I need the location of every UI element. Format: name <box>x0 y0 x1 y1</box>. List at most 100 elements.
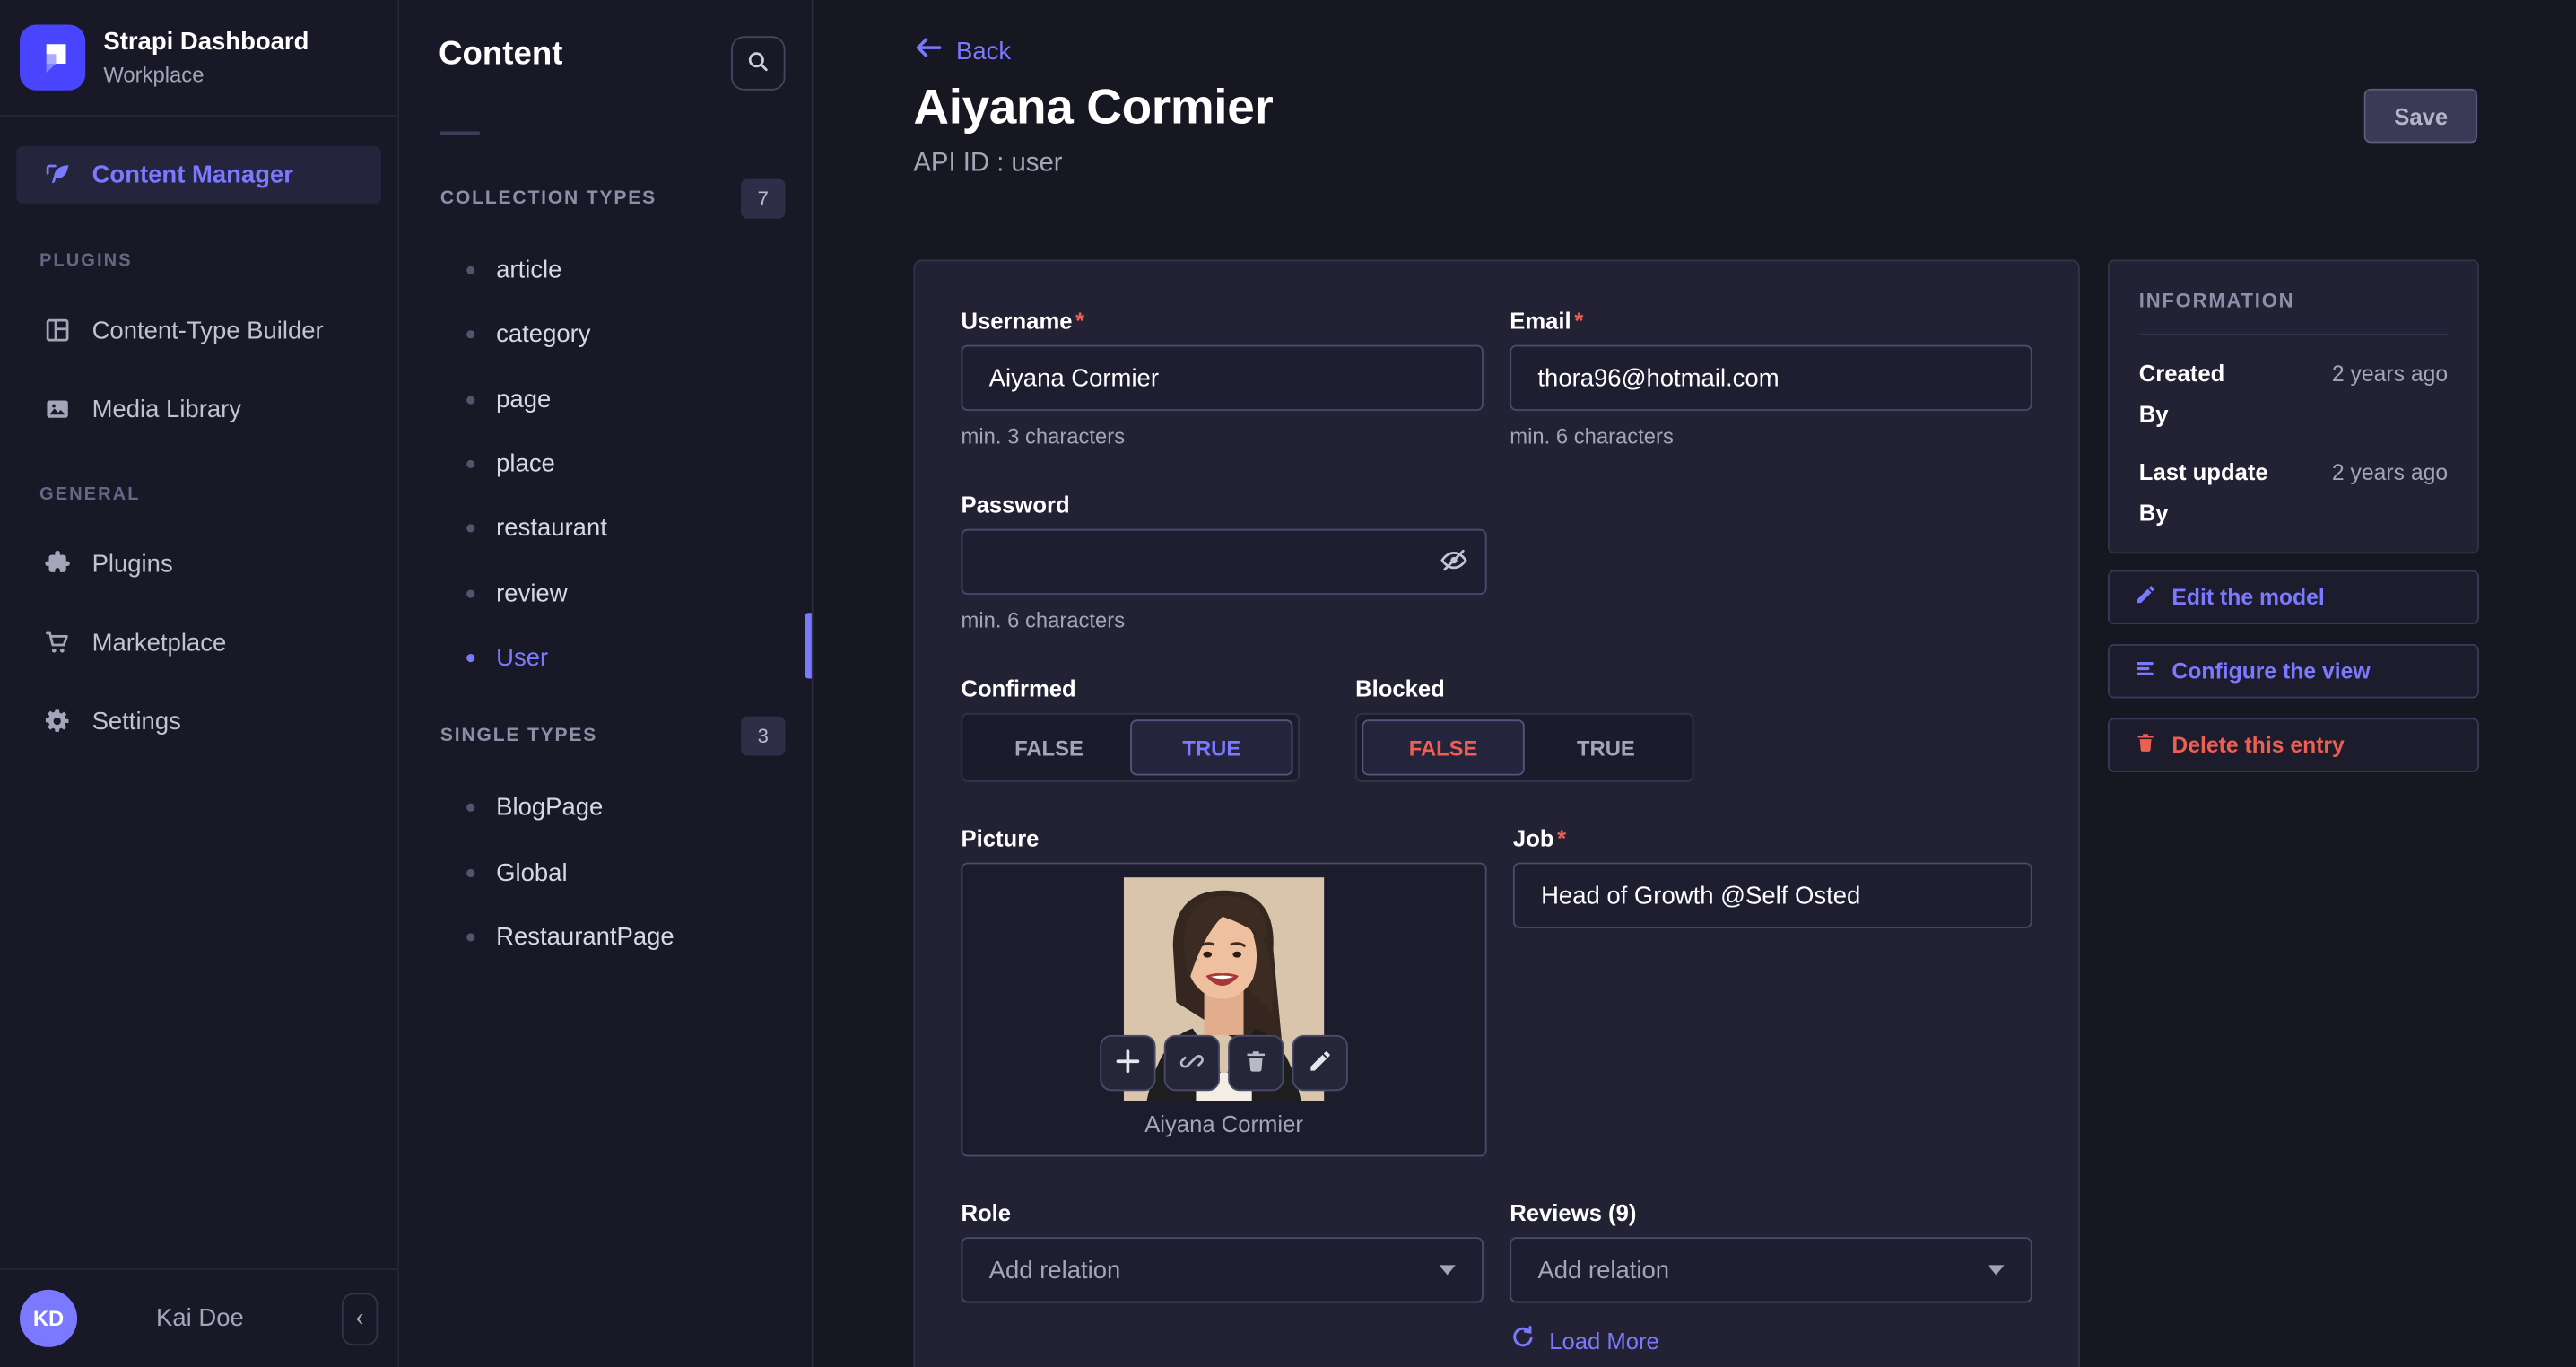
main-content: Back Aiyana Cormier API ID : user Save U… <box>814 0 2576 1367</box>
sidebar-item-settings[interactable]: Settings <box>16 682 381 761</box>
collection-types-count: 7 <box>741 179 785 219</box>
plus-icon <box>1115 1048 1141 1079</box>
last-update-label: Last update <box>2139 458 2268 484</box>
back-link[interactable]: Back <box>913 36 1011 65</box>
collapse-sidebar-button[interactable]: ‹ <box>342 1293 378 1345</box>
sidebar-item-label: Content-Type Builder <box>92 317 324 344</box>
blocked-false-option[interactable]: FALSE <box>1362 719 1524 775</box>
role-placeholder: Add relation <box>989 1256 1121 1284</box>
required-asterisk: * <box>1557 824 1566 850</box>
password-label: Password <box>962 492 1487 518</box>
configure-view-button[interactable]: Configure the view <box>2108 644 2479 698</box>
picture-label: Picture <box>962 824 1487 850</box>
list-item-place[interactable]: place <box>399 432 812 497</box>
right-column: INFORMATION Created 2 years ago By Last … <box>2108 259 2479 1367</box>
back-arrow-icon <box>913 36 943 65</box>
list-item-user[interactable]: User <box>399 625 812 690</box>
list-item-category[interactable]: category <box>399 303 812 368</box>
page-title: Aiyana Cormier <box>913 81 2479 136</box>
user-row: KD Kai Doe ‹ <box>0 1268 397 1367</box>
created-label: Created <box>2139 360 2225 386</box>
list-item-review[interactable]: review <box>399 561 812 625</box>
photo-caption: Aiyana Cormier <box>962 1110 1484 1136</box>
confirmed-toggle: FALSE TRUE <box>962 713 1300 782</box>
sidebar-item-label: Content Manager <box>92 161 293 188</box>
blocked-toggle: FALSE TRUE <box>1355 713 1693 782</box>
media-actions <box>1100 1035 1348 1091</box>
workspace-header: Strapi Dashboard Workplace <box>0 0 397 117</box>
sidebar-item-label: Plugins <box>92 550 173 578</box>
bullet-icon <box>466 868 474 876</box>
bullet-icon <box>466 804 474 812</box>
search-button[interactable] <box>731 36 785 90</box>
confirmed-true-option[interactable]: TRUE <box>1130 719 1292 775</box>
back-label: Back <box>956 37 1011 65</box>
reviews-placeholder: Add relation <box>1537 1256 1669 1284</box>
required-asterisk: * <box>1574 308 1583 334</box>
password-field[interactable] <box>962 529 1487 595</box>
list-item-blogpage[interactable]: BlogPage <box>399 776 812 840</box>
email-field[interactable] <box>1510 345 2032 411</box>
updated-by-label: By <box>2139 500 2169 526</box>
username-field[interactable] <box>962 345 1484 411</box>
puzzle-icon <box>43 549 73 579</box>
list-item-global[interactable]: Global <box>399 840 812 905</box>
bullet-icon <box>466 396 474 404</box>
sidebar-item-media-library[interactable]: Media Library <box>16 370 381 448</box>
job-label: Job* <box>1513 824 2032 850</box>
chevron-down-icon <box>1440 1265 1456 1275</box>
email-hint: min. 6 characters <box>1510 424 2032 448</box>
load-more-link[interactable]: Load More <box>1510 1324 1659 1355</box>
sidebar-item-content-manager[interactable]: Content Manager <box>16 146 381 204</box>
edit-media-button[interactable] <box>1292 1035 1348 1091</box>
role-select[interactable]: Add relation <box>962 1237 1484 1302</box>
bullet-icon <box>466 525 474 533</box>
collection-types-label: COLLECTION TYPES <box>440 189 657 209</box>
copy-link-button[interactable] <box>1164 1035 1220 1091</box>
grid-icon <box>43 316 73 345</box>
sidebar-section-general: GENERAL <box>16 484 381 504</box>
list-item-restaurantpage[interactable]: RestaurantPage <box>399 905 812 970</box>
list-item-page[interactable]: page <box>399 368 812 432</box>
info-divider <box>2139 334 2448 335</box>
blocked-true-option[interactable]: TRUE <box>1525 719 1687 775</box>
image-icon <box>43 395 73 424</box>
app-title: Strapi Dashboard <box>103 28 309 58</box>
strapi-dashboard: Strapi Dashboard Workplace Content Manag… <box>0 0 2576 1367</box>
sidebar-item-content-type-builder[interactable]: Content-Type Builder <box>16 291 381 370</box>
reviews-select[interactable]: Add relation <box>1510 1237 2032 1302</box>
sidebar-nav: Content Manager PLUGINS Content-Type Bui… <box>0 146 397 761</box>
bullet-icon <box>466 460 474 468</box>
username-hint: min. 3 characters <box>962 424 1484 448</box>
bullet-icon <box>466 654 474 662</box>
trash-icon <box>1243 1048 1269 1079</box>
delete-media-button[interactable] <box>1228 1035 1284 1091</box>
feather-icon <box>43 161 73 190</box>
job-field[interactable] <box>1513 863 2032 928</box>
add-media-button[interactable] <box>1100 1035 1155 1091</box>
confirmed-false-option[interactable]: FALSE <box>968 719 1130 775</box>
created-by-label: By <box>2139 401 2169 427</box>
pencil-icon <box>1307 1048 1333 1079</box>
sidebar-item-plugins[interactable]: Plugins <box>16 524 381 603</box>
chevron-down-icon <box>1988 1265 2004 1275</box>
toggle-password-visibility-button[interactable] <box>1428 541 1481 584</box>
created-value: 2 years ago <box>2332 361 2448 386</box>
link-icon <box>1179 1048 1205 1079</box>
password-hint: min. 6 characters <box>962 608 1487 632</box>
sidebar-item-marketplace[interactable]: Marketplace <box>16 603 381 682</box>
eye-off-icon <box>1440 544 1469 579</box>
blocked-label: Blocked <box>1355 675 1693 701</box>
avatar: KD <box>20 1290 77 1347</box>
reviews-label: Reviews (9) <box>1510 1199 2032 1225</box>
sidebar-section-plugins: PLUGINS <box>16 251 381 271</box>
list-item-restaurant[interactable]: restaurant <box>399 496 812 561</box>
entry-form-card: Username* min. 3 characters Email* min. … <box>913 259 2079 1367</box>
save-button[interactable]: Save <box>2364 89 2477 143</box>
role-label: Role <box>962 1199 1484 1225</box>
list-item-article[interactable]: article <box>399 239 812 303</box>
edit-model-button[interactable]: Edit the model <box>2108 570 2479 624</box>
delete-entry-button[interactable]: Delete this entry <box>2108 718 2479 771</box>
single-types-list: BlogPage Global RestaurantPage <box>399 776 812 970</box>
username-label: Username* <box>962 308 1484 334</box>
